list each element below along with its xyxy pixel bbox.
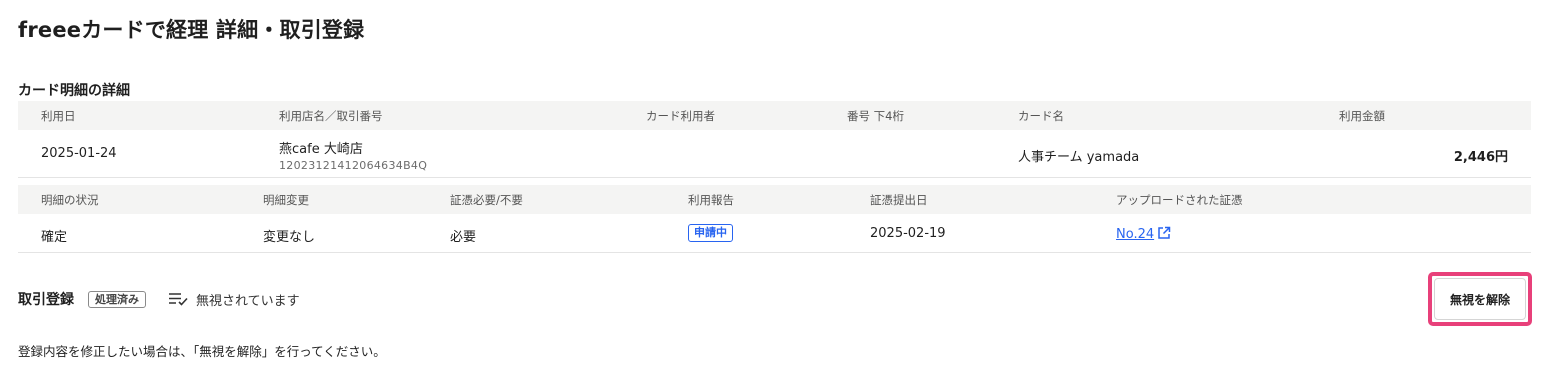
uploaded-receipt-link[interactable]: No.24 <box>1116 227 1154 242</box>
receipt-date: 2025-02-19 <box>870 226 946 241</box>
processed-badge: 処理済み <box>88 290 146 308</box>
registration-row: 取引登録 処理済み 無視されています <box>18 289 300 309</box>
header-amount: 利用金額 <box>1339 109 1385 123</box>
card-detail-header-row: 利用日 利用店名／取引番号 カード利用者 番号 下4桁 カード名 利用金額 <box>18 101 1531 130</box>
header-status: 明細の状況 <box>41 193 99 207</box>
ignore-list-icon <box>169 293 188 306</box>
card-status-table: 明細の状況 明細変更 証憑必要/不要 利用報告 証憑提出日 アップロードされた証… <box>18 185 1531 253</box>
header-date: 利用日 <box>41 109 76 123</box>
merchant-name: 燕cafe 大崎店 <box>279 142 363 157</box>
statement-status: 確定 <box>41 230 68 245</box>
usage-amount: 2,446円 <box>1453 150 1508 165</box>
registration-title: 取引登録 <box>18 292 74 308</box>
usage-report-badge: 申請中 <box>688 224 733 242</box>
unignore-button-highlight: 無視を解除 <box>1428 272 1532 326</box>
header-card-user: カード利用者 <box>646 109 715 123</box>
card-detail-table: 利用日 利用店名／取引番号 カード利用者 番号 下4桁 カード名 利用金額 20… <box>18 101 1531 178</box>
transaction-number: 12023121412064634B4Q <box>279 159 428 172</box>
card-detail-row: 2025-01-24 燕cafe 大崎店 12023121412064634B4… <box>18 130 1531 178</box>
uploaded-receipt-cell: No.24 <box>1116 226 1171 242</box>
header-usage-report: 利用報告 <box>688 193 734 207</box>
card-status-header-row: 明細の状況 明細変更 証憑必要/不要 利用報告 証憑提出日 アップロードされた証… <box>18 185 1531 214</box>
usage-report-cell: 申請中 <box>688 224 733 242</box>
page-title: freeeカードで経理 詳細・取引登録 <box>18 18 365 42</box>
header-receipt-required: 証憑必要/不要 <box>450 193 523 207</box>
receipt-required: 必要 <box>450 230 477 245</box>
card-status-row: 確定 変更なし 必要 申請中 2025-02-19 No.24 <box>18 214 1531 253</box>
statement-change: 変更なし <box>263 230 316 245</box>
header-receipt-date: 証憑提出日 <box>870 193 928 207</box>
external-link-icon[interactable] <box>1157 226 1171 240</box>
header-uploaded-receipt: アップロードされた証憑 <box>1116 193 1243 207</box>
registration-note: 登録内容を修正したい場合は、「無視を解除」を行ってください。 <box>18 344 386 359</box>
header-change: 明細変更 <box>263 193 309 207</box>
merchant-cell: 燕cafe 大崎店 12023121412064634B4Q <box>279 138 427 172</box>
header-card-name: カード名 <box>1018 109 1064 123</box>
ignore-status-text: 無視されています <box>196 293 300 309</box>
card-name: 人事チーム yamada <box>1018 150 1140 165</box>
header-merchant: 利用店名／取引番号 <box>279 109 383 123</box>
unignore-button[interactable]: 無視を解除 <box>1434 278 1526 320</box>
card-detail-section-title: カード明細の詳細 <box>18 83 130 99</box>
header-last4: 番号 下4桁 <box>847 109 904 123</box>
usage-date: 2025-01-24 <box>41 146 117 161</box>
